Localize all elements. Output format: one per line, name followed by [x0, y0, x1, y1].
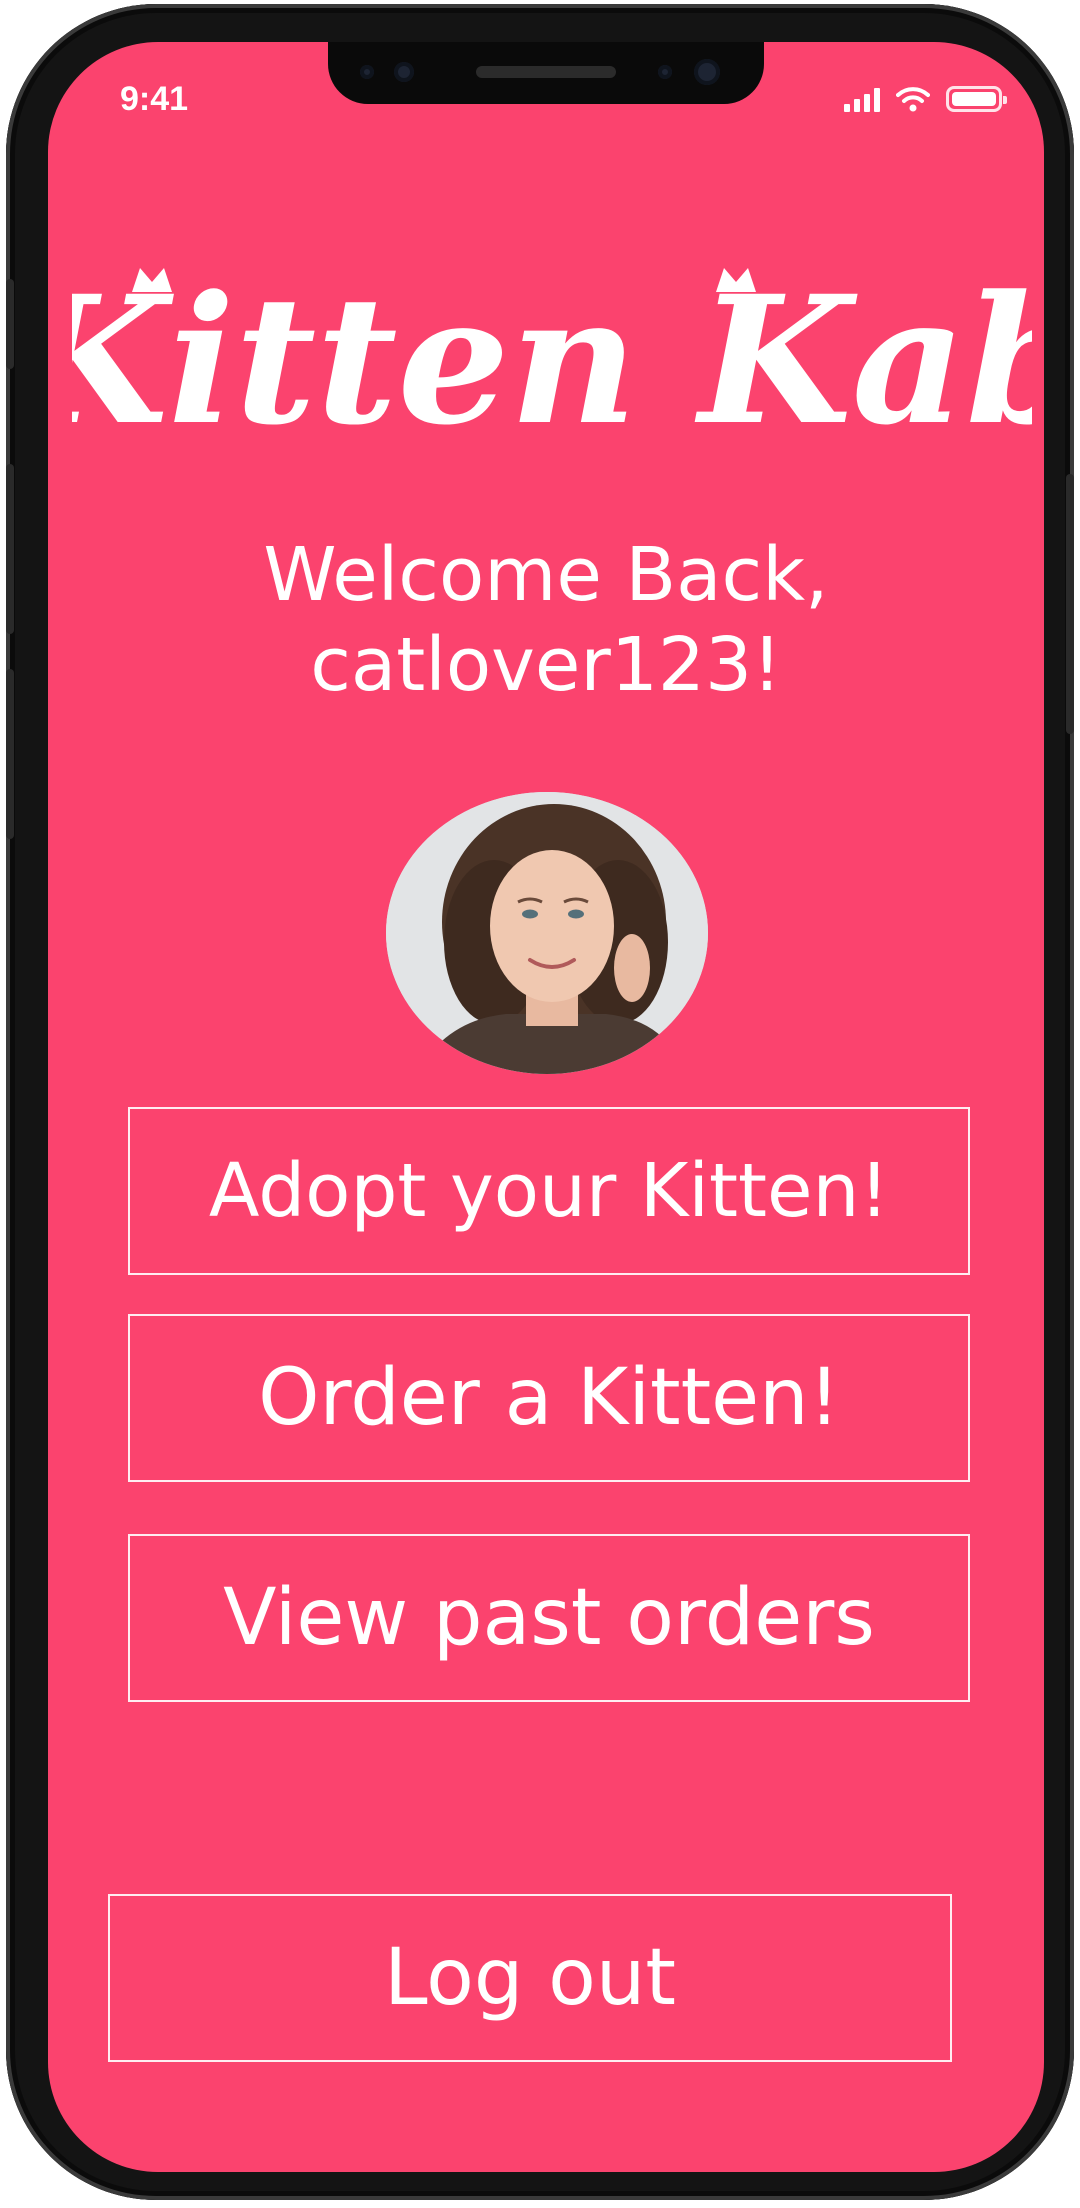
username: catlover123!: [310, 622, 782, 709]
status-time: 9:41: [120, 80, 189, 118]
power-button: [1066, 474, 1074, 734]
app-name: Kitten Kab: [72, 257, 1032, 464]
sensor-icon: [658, 65, 672, 79]
avatar: [386, 792, 708, 1074]
welcome-line: Welcome Back,: [263, 532, 829, 618]
user-avatar-photo: [386, 792, 708, 1074]
camera-icon: [394, 62, 414, 82]
kitten-kab-logo: Kitten Kab: [72, 257, 1032, 464]
volume-up-button: [6, 464, 14, 634]
status-icons: [844, 84, 1007, 112]
battery-icon: [946, 86, 1007, 112]
front-camera-icon: [694, 59, 720, 85]
mute-switch: [6, 279, 14, 369]
volume-down-button: [6, 669, 14, 839]
speaker-grille: [476, 66, 616, 78]
adopt-kitten-button[interactable]: Adopt your Kitten!: [128, 1107, 970, 1275]
app-screen: 9:41 Kitten Kab Welcome Back,: [48, 42, 1044, 2172]
cellular-signal-icon: [844, 88, 880, 112]
sensor-icon: [360, 65, 374, 79]
camera-notch: [328, 42, 764, 104]
view-past-orders-button[interactable]: View past orders: [128, 1534, 970, 1702]
logout-button[interactable]: Log out: [108, 1894, 952, 2062]
phone-frame: 9:41 Kitten Kab Welcome Back,: [6, 4, 1074, 2200]
welcome-message: Welcome Back, catlover123!: [48, 530, 1044, 711]
order-kitten-button[interactable]: Order a Kitten!: [128, 1314, 970, 1482]
wifi-icon: [896, 87, 930, 112]
